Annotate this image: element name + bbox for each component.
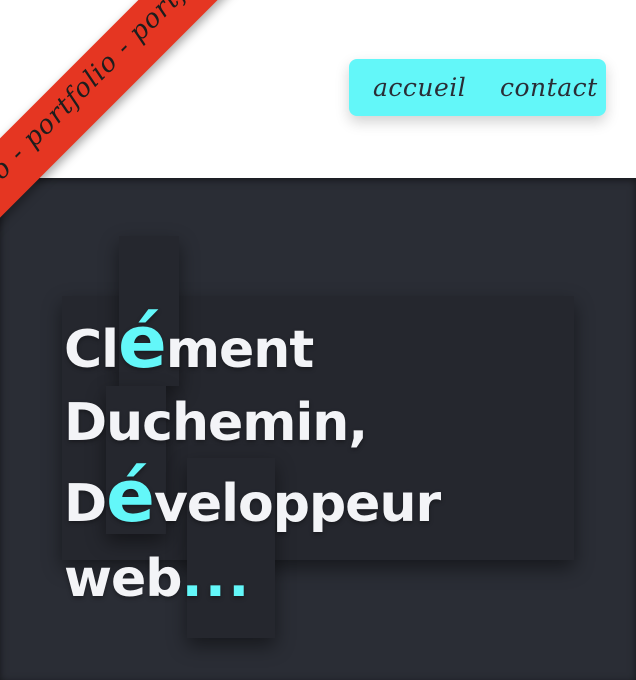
- nav-link-accueil[interactable]: accueil: [373, 73, 466, 102]
- hero-title-text: ment: [165, 320, 314, 380]
- hero-title-text: D: [64, 474, 107, 534]
- hero-accent-letter: é: [118, 300, 167, 384]
- hero-title-text: Cl: [64, 320, 119, 380]
- hero-title-line-2: Duchemin,: [64, 393, 368, 453]
- main-nav: accueil contact: [349, 59, 606, 116]
- hero-title-text: web: [64, 549, 183, 609]
- nav-link-contact[interactable]: contact: [500, 73, 598, 102]
- hero-title-text: veloppeur: [154, 474, 441, 534]
- hero-accent-dots: ...: [181, 545, 252, 610]
- hero-accent-letter: é: [106, 454, 155, 538]
- hero-section: Clément Duchemin, Développeur web...: [0, 178, 636, 680]
- hero-title-line-3: Développeur: [64, 460, 604, 541]
- hero-title: Clément Duchemin, Développeur web...: [64, 306, 604, 616]
- hero-title-line-1: Clément: [64, 306, 604, 387]
- hero-title-line-4: web...: [64, 541, 604, 616]
